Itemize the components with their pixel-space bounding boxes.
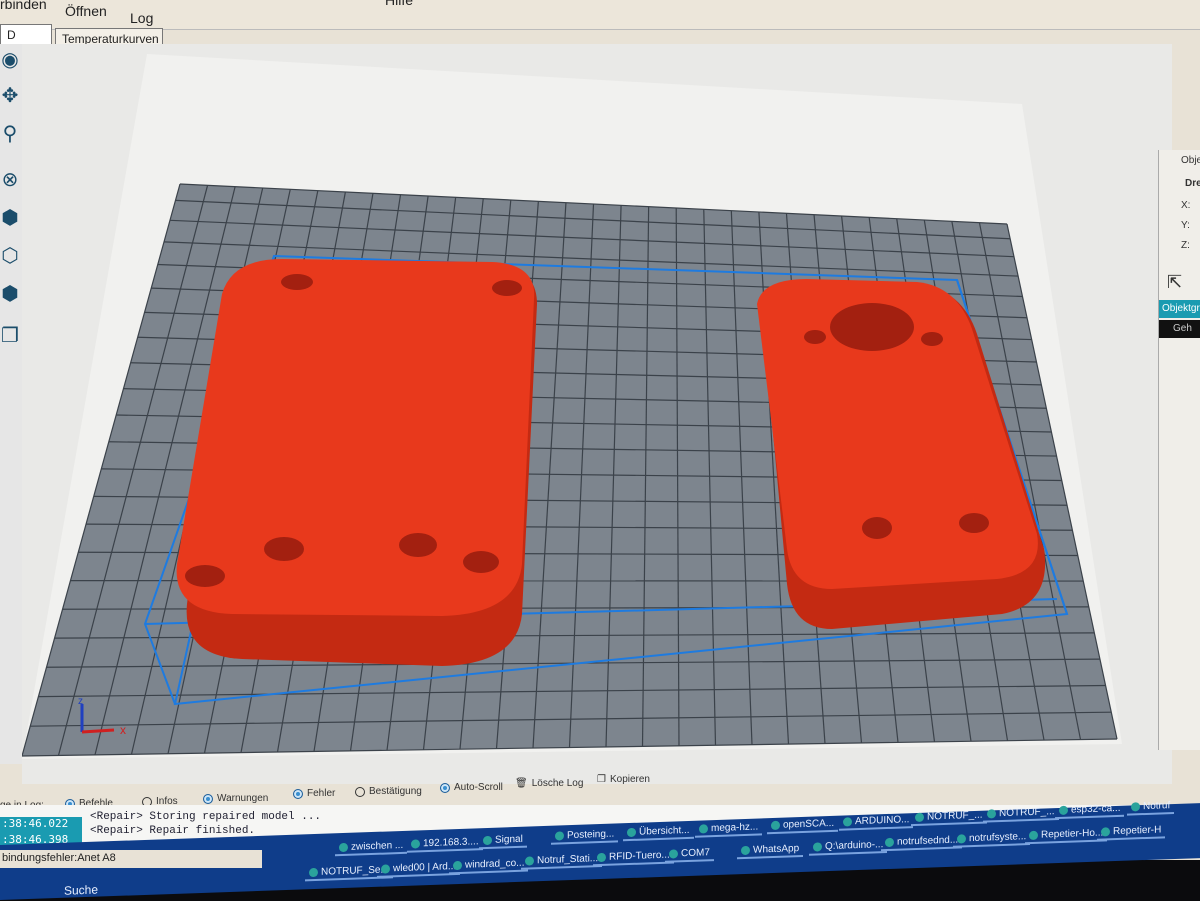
app-icon	[741, 846, 750, 855]
export-icon[interactable]: ⇱	[1167, 272, 1182, 293]
taskbar-button[interactable]: NOTRUF_...	[983, 805, 1059, 823]
app-icon	[771, 821, 780, 830]
trash-icon: 🗑	[515, 778, 528, 789]
app-icon	[339, 843, 348, 852]
app-icon	[843, 817, 852, 826]
app-icon	[699, 824, 708, 833]
app-icon	[555, 832, 564, 841]
repetier-host-window: rbinden Öffnen Log Hilfe D Ansicht Tempe…	[0, 0, 1200, 860]
connect-button[interactable]: rbinden	[0, 0, 47, 12]
panel-title: Objekt	[1181, 155, 1200, 166]
zoom-icon[interactable]: ⚲	[0, 122, 20, 146]
help-button[interactable]: Hilfe	[385, 0, 413, 8]
app-icon	[453, 860, 462, 869]
taskbar-button[interactable]: Notruf	[1127, 799, 1174, 816]
rotate-label: Dreh	[1185, 178, 1200, 189]
rotate-icon[interactable]: ◉	[0, 48, 20, 72]
app-icon	[1131, 802, 1140, 811]
taskbar-button[interactable]: notrufsednd...	[881, 834, 962, 852]
connection-status: bindungsfehler:Anet A8	[0, 850, 262, 868]
log-filter-bar: ge in Log: Befehle Infos Warnungen Fehle…	[0, 770, 1200, 800]
log-message: <Repair> Repair finished.	[90, 825, 255, 837]
copy-icon: ❐	[597, 774, 606, 785]
taskbar-button[interactable]: zwischen ...	[335, 839, 407, 857]
parallel-view-icon[interactable]: ❐	[0, 324, 20, 348]
app-icon	[1101, 827, 1110, 836]
taskbar-button[interactable]: Posteing...	[551, 828, 618, 845]
tab-object-group[interactable]: Objektgr	[1159, 300, 1200, 318]
y-label: Y:	[1181, 220, 1190, 231]
app-icon	[1029, 831, 1038, 840]
filter-errors[interactable]: Fehler	[293, 788, 335, 799]
x-label: X:	[1181, 200, 1190, 211]
app-icon	[915, 813, 924, 822]
taskbar-button[interactable]: Repetier-Ho...	[1025, 826, 1107, 844]
copy-log-button[interactable]: ❐Kopieren	[597, 774, 650, 785]
log-button[interactable]: Log	[130, 10, 153, 26]
app-icon	[957, 834, 966, 843]
taskbar-button[interactable]: Übersicht...	[623, 824, 694, 841]
taskbar-button[interactable]: WhatsApp	[737, 842, 803, 859]
taskbar-button[interactable]: Repetier-H	[1097, 823, 1165, 840]
cube-front-icon[interactable]: ⬢	[0, 206, 20, 230]
x-axis-label: x	[120, 723, 126, 737]
object-list-item[interactable]: Geh	[1159, 320, 1200, 338]
app-icon	[1059, 806, 1068, 815]
taskbar-button[interactable]: NOTRUF_...	[911, 809, 987, 827]
taskbar-button[interactable]: mega-hz...	[695, 820, 762, 837]
taskbar-button[interactable]: ARDUINO...	[839, 813, 913, 831]
app-icon	[669, 849, 678, 858]
toolbar: rbinden Öffnen Log Hilfe	[0, 0, 1200, 30]
taskbar-button[interactable]: 192.168.3....	[407, 835, 483, 853]
app-icon	[627, 828, 636, 837]
object-placement-panel: Objekt Dreh X: Y: Z: ⇱ Objektgr Geh	[1158, 150, 1200, 750]
part-left	[177, 259, 537, 666]
app-icon	[309, 868, 318, 877]
app-icon	[483, 835, 492, 844]
filter-acknowledgement[interactable]: Bestätigung	[355, 786, 422, 797]
log-time: :38:46.022	[0, 817, 82, 833]
app-icon	[885, 838, 894, 847]
z-label: Z:	[1181, 240, 1190, 251]
app-icon	[381, 864, 390, 873]
view-tools: ◉ ✥ ⚲ ⊗ ⬢ ⬡ ⬢ ❐	[0, 44, 22, 764]
cube-top-icon[interactable]: ⬡	[0, 244, 20, 268]
app-icon	[987, 809, 996, 818]
taskbar-button[interactable]: windrad_co...	[449, 856, 528, 874]
taskbar-button[interactable]: notrufsyste...	[953, 830, 1030, 848]
clear-log-button[interactable]: 🗑Lösche Log	[515, 778, 583, 789]
taskbar-button[interactable]: RFID-Tuero...	[593, 849, 674, 867]
taskbar-button[interactable]: openSCA...	[767, 817, 838, 834]
taskbar-button[interactable]: esp32-ca...	[1055, 802, 1124, 819]
z-axis-label: z	[78, 696, 83, 707]
app-icon	[597, 853, 606, 862]
tab-3d-view[interactable]: D Ansicht	[0, 24, 52, 46]
taskbar-button[interactable]: Q:\arduino-...	[809, 838, 887, 856]
open-button[interactable]: Öffnen	[65, 3, 107, 19]
3d-print-bed-view[interactable]: x z	[22, 44, 1172, 784]
log-message: <Repair> Storing repaired model ...	[90, 811, 321, 823]
taskbar-search[interactable]: Suche	[60, 881, 102, 898]
app-icon	[411, 839, 420, 848]
taskbar-button[interactable]: Notruf_Stati...	[521, 852, 602, 870]
taskbar-button[interactable]: Signal	[479, 832, 527, 849]
cube-side-icon[interactable]: ⬢	[0, 282, 20, 306]
reset-view-icon[interactable]: ⊗	[0, 168, 20, 192]
app-icon	[525, 857, 534, 866]
taskbar-button[interactable]: COM7	[665, 846, 714, 863]
auto-scroll-toggle[interactable]: Auto-Scroll	[440, 782, 503, 793]
filter-warnings[interactable]: Warnungen	[203, 793, 268, 804]
app-icon	[813, 842, 822, 851]
taskbar-button[interactable]: wled00 | Ard...	[377, 860, 460, 878]
move-icon[interactable]: ✥	[0, 84, 20, 108]
